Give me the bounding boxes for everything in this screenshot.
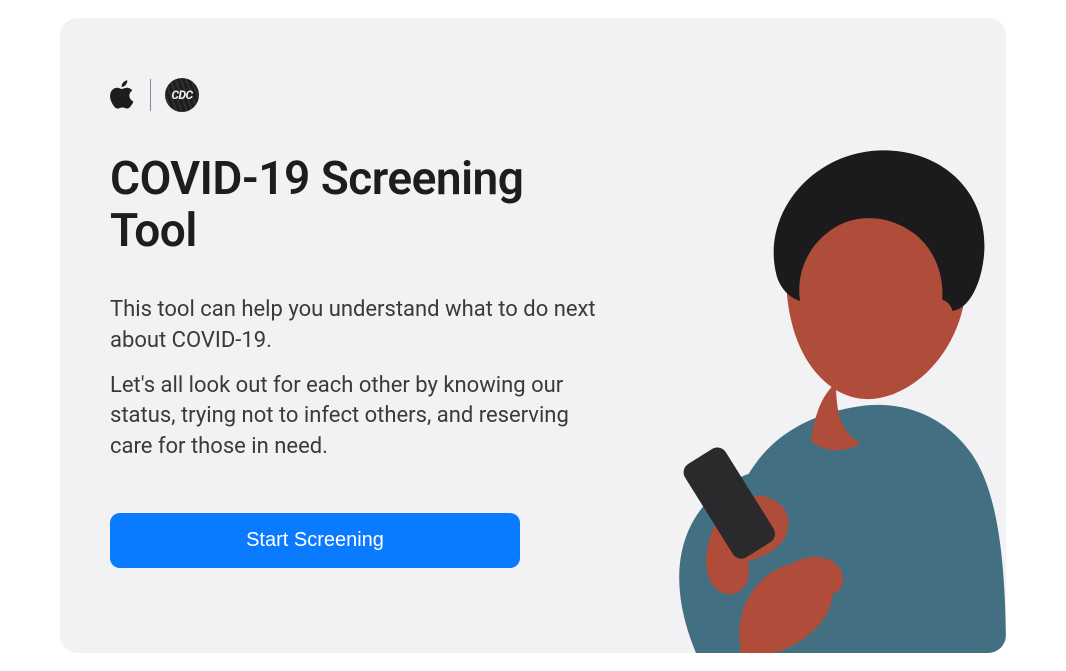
intro-paragraph-2: Let's all look out for each other by kno… <box>110 371 600 463</box>
start-screening-button[interactable]: Start Screening <box>110 513 520 568</box>
page-title: COVID‑19 Screening Tool <box>110 154 610 257</box>
cdc-logo-icon: CDC <box>165 78 199 112</box>
logo-row: CDC <box>110 78 956 112</box>
apple-logo-icon <box>110 79 136 111</box>
cdc-logo-text: CDC <box>171 88 192 102</box>
logo-divider <box>150 79 151 111</box>
person-phone-illustration <box>576 133 1006 653</box>
intro-paragraph-1: This tool can help you understand what t… <box>110 295 600 357</box>
screening-card: CDC COVID‑19 Screening Tool This tool ca… <box>60 18 1006 653</box>
